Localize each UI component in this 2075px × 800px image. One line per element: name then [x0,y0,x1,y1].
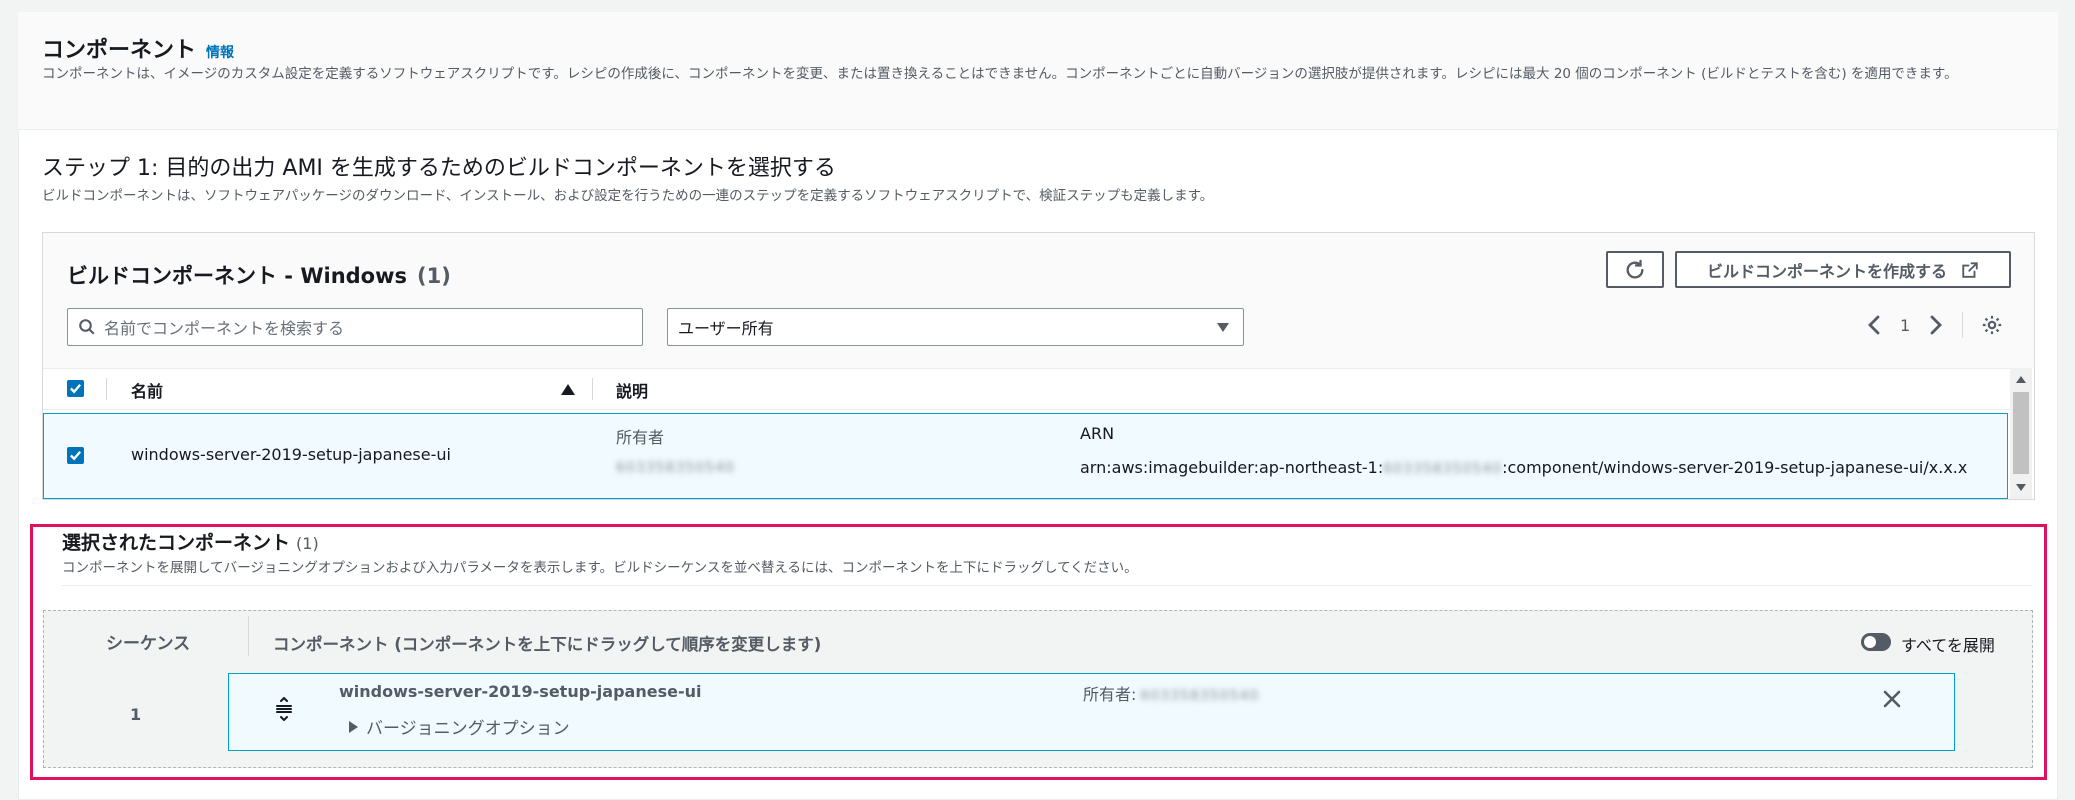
chevron-right-icon[interactable] [1928,314,1944,336]
create-button-label: ビルドコンポーネントを作成する [1706,261,1947,281]
row-arn: arn:aws:imagebuilder:ap-northeast-1:6033… [1080,458,1967,477]
search-input[interactable]: 名前でコンポーネントを検索する [67,308,643,346]
column-name-header[interactable]: 名前 [131,378,163,402]
settings-gear-icon[interactable] [1981,314,2003,336]
table-scrollbar[interactable] [2010,368,2032,499]
selected-owner: 所有者: 603358350540 [1083,681,1259,705]
step1-description: ビルドコンポーネントは、ソフトウェアパッケージのダウンロード、インストール、およ… [42,188,1214,204]
scroll-up-arrow[interactable] [2016,376,2026,383]
row-owner-value: 603358350540 [616,460,735,476]
row-owner-label: 所有者 [616,428,665,447]
refresh-button[interactable] [1606,251,1664,288]
versioning-options-expander[interactable]: バージョニングオプション [349,714,570,739]
component-header: コンポーネント (コンポーネントを上下にドラッグして順序を変更します) [273,635,822,654]
filter-value: ユーザー所有 [678,319,774,338]
selected-count: (1) [296,534,319,553]
drag-handle-icon[interactable] [275,697,293,721]
caret-down-icon [1217,322,1229,332]
select-all-checkbox[interactable] [67,380,84,397]
column-description-header: 説明 [616,382,649,401]
create-build-component-button[interactable]: ビルドコンポーネントを作成する [1675,251,2011,288]
search-icon [79,319,95,335]
row-component-name: windows-server-2019-setup-japanese-ui [131,445,451,464]
chevron-left-icon[interactable] [1866,314,1882,336]
selected-owner-label: 所有者: [1083,685,1137,704]
build-table-title: ビルドコンポーネント - Windows [67,264,408,288]
sequence-header: シーケンス [106,634,191,654]
pagination: 1 [1866,312,2003,338]
scroll-down-arrow[interactable] [2016,484,2026,491]
row-checkbox[interactable] [67,447,84,464]
caret-right-icon [349,720,358,733]
sort-ascending-icon[interactable] [561,384,575,395]
expand-all-toggle[interactable] [1861,633,1891,651]
arn-suffix: :component/windows-server-2019-setup-jap… [1502,458,1968,477]
info-link[interactable]: 情報 [206,42,234,62]
expand-all-label[interactable]: すべてを展開 [1901,632,1995,656]
table-column-header [43,368,2010,410]
arn-prefix: arn:aws:imagebuilder:ap-northeast-1: [1080,458,1384,477]
versioning-options-label: バージョニングオプション [366,719,570,739]
components-header: コンポーネント 情報 コンポーネントは、イメージのカスタム設定を定義するソフトウ… [18,12,2058,130]
owner-filter-select[interactable]: ユーザー所有 [667,308,1244,346]
components-description: コンポーネントは、イメージのカスタム設定を定義するソフトウェアスクリプトです。レ… [42,66,1958,82]
scrollbar-thumb[interactable] [2013,392,2029,474]
selected-owner-value: 603358350540 [1140,688,1260,704]
components-title: コンポーネント [42,38,197,63]
selected-title: 選択されたコンポーネント [62,532,291,554]
selected-component-name: windows-server-2019-setup-japanese-ui [339,682,702,701]
search-placeholder: 名前でコンポーネントを検索する [104,319,345,338]
row-arn-label: ARN [1080,424,1115,443]
selected-description: コンポーネントを展開してバージョニングオプションおよび入力パラメータを表示します… [62,560,1138,576]
remove-close-icon[interactable] [1883,690,1901,708]
arn-account: 603358350540 [1383,461,1503,477]
page-number[interactable]: 1 [1900,316,1910,335]
step1-title: ステップ 1: 目的の出力 AMI を生成するためのビルドコンポーネントを選択す… [42,156,836,181]
refresh-icon [1626,259,1644,278]
external-link-icon [1962,261,1978,278]
sequence-number: 1 [130,705,142,724]
build-table-count: (1) [417,264,451,288]
